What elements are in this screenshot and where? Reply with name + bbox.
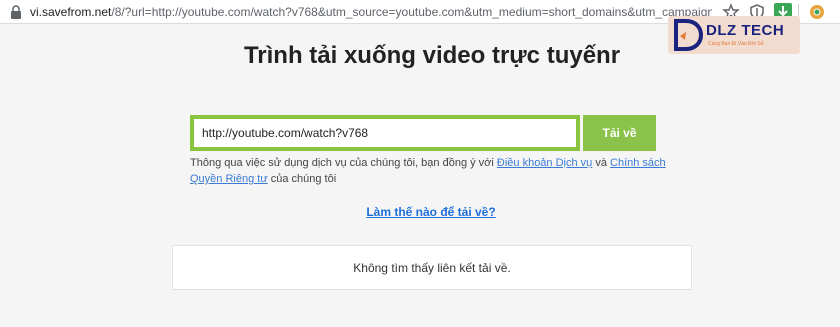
lock-icon[interactable]	[10, 5, 22, 19]
download-button[interactable]: Tải về	[583, 115, 656, 151]
result-message-box: Không tìm thấy liên kết tải về.	[172, 245, 692, 290]
url-input[interactable]	[194, 119, 576, 147]
url-path: /8/?url=http://youtube.com/watch?v768&ut…	[111, 5, 712, 19]
logo-text: DLZ TECH	[706, 22, 785, 39]
page-title: Trình tải xuống video trực tuyếnr	[243, 42, 621, 69]
terms-prefix: Thông qua việc sử dụng dịch vụ của chúng…	[190, 157, 497, 169]
terms-suffix: của chúng tôi	[267, 173, 337, 185]
terms-of-service-link[interactable]: Điều khoản Dịch vụ	[497, 157, 592, 169]
how-to-download-link[interactable]: Làm thế nào để tải về?	[0, 205, 840, 219]
url-input-wrapper	[190, 115, 580, 151]
terms-text: Thông qua việc sử dụng dịch vụ của chúng…	[190, 155, 670, 187]
url-host: vi.savefrom.net	[30, 5, 112, 19]
url-text[interactable]: vi.savefrom.net/8/?url=http://youtube.co…	[30, 0, 712, 24]
chrome-extension-icon[interactable]	[808, 3, 826, 21]
result-message: Không tìm thấy liên kết tải về.	[353, 261, 511, 275]
terms-middle: và	[592, 157, 611, 169]
